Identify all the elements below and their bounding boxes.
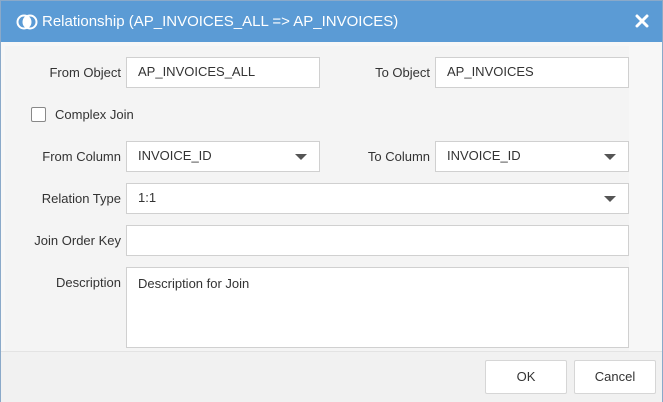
join-icon — [16, 14, 38, 30]
to-column-select[interactable]: INVOICE_ID — [435, 141, 629, 172]
to-column-label: To Column — [367, 149, 430, 164]
to-object-field[interactable]: AP_INVOICES — [435, 57, 629, 88]
chevron-down-icon — [604, 196, 616, 202]
from-column-select[interactable]: INVOICE_ID — [126, 141, 320, 172]
to-object-label: To Object — [375, 65, 430, 80]
dialog-titlebar: Relationship (AP_INVOICES_ALL => AP_INVO… — [1, 1, 662, 42]
relationship-dialog: Relationship (AP_INVOICES_ALL => AP_INVO… — [0, 0, 663, 402]
chevron-down-icon — [295, 154, 307, 160]
to-column-value: INVOICE_ID — [447, 148, 521, 163]
dialog-title: Relationship (AP_INVOICES_ALL => AP_INVO… — [42, 13, 399, 30]
chevron-down-icon — [604, 154, 616, 160]
complex-join-checkbox[interactable] — [31, 107, 46, 122]
join-order-key-field[interactable] — [126, 225, 629, 256]
relation-type-label: Relation Type — [41, 191, 121, 206]
from-object-field[interactable]: AP_INVOICES_ALL — [126, 57, 320, 88]
description-textarea[interactable]: Description for Join — [126, 267, 629, 348]
complex-join-label: Complex Join — [55, 107, 134, 122]
ok-button[interactable]: OK — [485, 360, 567, 394]
dialog-body: From Object AP_INVOICES_ALL To Object AP… — [1, 42, 662, 351]
relation-type-value: 1:1 — [138, 190, 157, 205]
dialog-footer: OK Cancel — [1, 351, 662, 402]
from-column-label: From Column — [42, 149, 121, 164]
close-icon[interactable] — [632, 11, 652, 31]
join-order-key-label: Join Order Key — [34, 233, 121, 248]
relation-type-select[interactable]: 1:1 — [126, 183, 629, 214]
from-column-value: INVOICE_ID — [138, 148, 212, 163]
description-label: Description — [55, 275, 121, 290]
from-object-label: From Object — [49, 65, 121, 80]
cancel-button[interactable]: Cancel — [574, 360, 656, 394]
